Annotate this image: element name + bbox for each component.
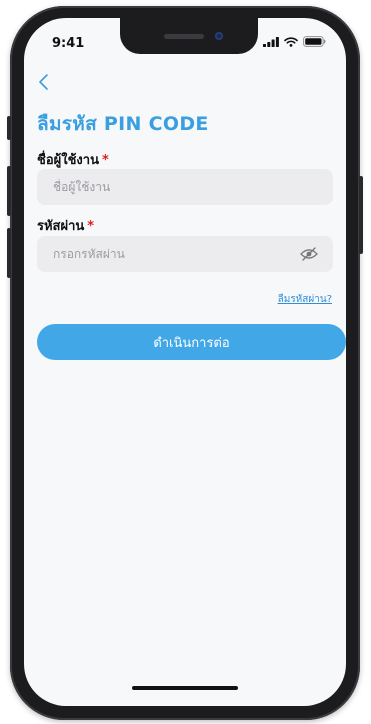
status-icons	[263, 36, 326, 47]
status-time: 9:41	[52, 36, 85, 51]
continue-button[interactable]: ดำเนินการต่อ	[37, 324, 346, 360]
back-button[interactable]	[32, 70, 56, 94]
battery-icon	[303, 36, 326, 47]
password-visibility-toggle[interactable]	[299, 244, 319, 264]
volume-down-button	[7, 228, 11, 278]
password-label: รหัสผ่าน *	[37, 215, 94, 236]
volume-up-button	[7, 166, 11, 216]
notch	[120, 18, 258, 54]
page-title: ลืมรหัส PIN CODE	[37, 113, 209, 135]
wifi-icon	[284, 36, 298, 47]
username-input[interactable]	[51, 179, 319, 195]
forgot-password-link[interactable]: ลืมรหัสผ่าน?	[278, 292, 332, 307]
password-input[interactable]	[51, 246, 299, 262]
signal-icon	[263, 36, 279, 47]
front-camera	[215, 32, 223, 40]
username-label-text: ชื่อผู้ใช้งาน	[37, 153, 99, 168]
mute-switch	[7, 116, 11, 140]
username-field[interactable]	[37, 169, 333, 205]
phone-screen: 9:41 ลืมรหัส PIN CODE ชื่อผู้ใช้งาน * ชื…	[24, 18, 346, 706]
required-mark: *	[101, 153, 109, 168]
chevron-left-icon	[39, 74, 48, 90]
password-field[interactable]	[37, 236, 333, 272]
required-mark: *	[87, 219, 95, 234]
speaker-grille	[164, 34, 204, 39]
eye-off-icon	[300, 247, 318, 261]
power-button	[359, 176, 363, 254]
username-label: ชื่อผู้ใช้งาน *	[37, 149, 109, 170]
home-indicator	[132, 686, 238, 690]
password-label-text: รหัสผ่าน	[37, 219, 85, 234]
